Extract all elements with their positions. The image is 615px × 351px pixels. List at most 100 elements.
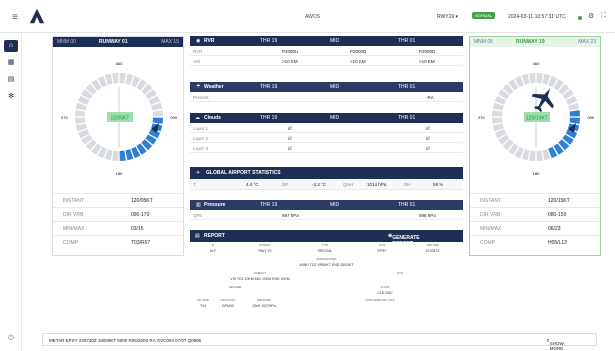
report-label: SUPPLEMENTARY INFO [365, 299, 395, 302]
fullscreen-icon[interactable]: ⛶ [601, 12, 606, 20]
runway-19-stats: INSTANT 120/15KT DIR VRB 080-150 MIN/MAX 06… [470, 193, 600, 249]
report-value[interactable]: 071087Z [410, 249, 455, 253]
stat-label: COMP [63, 240, 78, 246]
cell: /// [288, 125, 292, 131]
col-header: THR 01 [398, 84, 416, 90]
app-logo [29, 8, 45, 24]
stat-value: 1014 hPa [367, 182, 387, 187]
rose-segment [492, 117, 503, 124]
report-label: OBS TIME [426, 244, 439, 247]
col-header: MID [330, 84, 340, 90]
cell: -RA [426, 94, 434, 100]
rose-segment [119, 150, 126, 161]
cloud-icon: ☁ [195, 115, 200, 121]
home-icon[interactable]: ⌂ [4, 40, 18, 52]
cell: >10 KM [350, 58, 366, 64]
report-value[interactable]: ALF [198, 249, 228, 253]
settings-icon[interactable]: ⚙ [588, 12, 594, 20]
runway-max: MAX 23 [578, 39, 596, 45]
menu-icon[interactable]: ≡ [12, 12, 18, 23]
cell: /// [426, 145, 430, 151]
report-value[interactable]: CLD NSC [355, 291, 415, 295]
runway-min: MNM 00 [57, 39, 76, 45]
stat-value: T03/R07 [131, 240, 151, 246]
report-section: ▤ REPORT ⊕ GENERATE REPORT [190, 230, 463, 247]
row-label: RVR [193, 48, 203, 54]
runway-select-value: RWY19 [437, 14, 455, 20]
stat-label: MIN/MAX [63, 226, 85, 232]
compass-s: 180 [533, 171, 540, 176]
report-label: ID [211, 244, 215, 247]
global-stats-section: ✈ GLOBAL AIRPORT STATISTICS T 4.4 °C DP -3… [190, 167, 463, 190]
report-value[interactable]: WIND TD2 VRB4KT END 050/3KT [190, 263, 463, 267]
runway-19-header: MNM 05 RUNWAY 19 MAX 23 [470, 37, 600, 47]
report-label: AIR TEMP [196, 299, 210, 302]
datetime: 2024-03-11 10:57:31 UTC [508, 14, 566, 20]
stat-label: T [193, 182, 196, 187]
wind-label: 12/05KT [111, 116, 130, 122]
stat-label: QNH [343, 182, 353, 187]
report-value[interactable]: VIS TD2 10KM MID 10KM END 10KM [190, 277, 330, 281]
report-value[interactable]: QNH 1027HPa [244, 304, 284, 308]
stat-value: 080-150 [548, 212, 567, 218]
rose-segment [152, 117, 163, 124]
power-icon[interactable]: ⏻ [4, 333, 18, 345]
rose-segment [75, 117, 86, 124]
stat-value: 4.4 °C [246, 182, 259, 187]
runway-select[interactable]: RWY19 ▾ [437, 14, 458, 20]
report-value[interactable]: SPECIAL [305, 249, 345, 253]
col-header: THR 19 [260, 38, 278, 44]
report-value[interactable]: EPSY [362, 249, 402, 253]
report-value[interactable]: DPM03 [216, 304, 240, 308]
rose-segment [529, 73, 536, 84]
stat-value: 120/05KT [131, 198, 153, 204]
rose-segment [75, 110, 86, 117]
stat-label: DIR VRB [480, 212, 501, 218]
cell: >10 KM [419, 58, 435, 64]
row-label: Layer 1 [193, 125, 209, 131]
stat-value: -3.3 °C [312, 182, 327, 187]
row-label: VIS [193, 58, 201, 64]
gear-icon[interactable]: ✻ [4, 91, 18, 103]
report-label: CLOUD [380, 286, 390, 289]
show-more-button[interactable]: ⇕ SHOW MORE [546, 338, 564, 351]
stat-value: 58 % [433, 182, 444, 187]
plane-icon: ✈ [196, 170, 201, 176]
col-header: THR 19 [260, 202, 278, 208]
rose-segment [119, 73, 126, 84]
rose-segment [536, 73, 543, 84]
rose-segment [152, 110, 163, 117]
runway-01-stats: INSTANT 120/05KT DIR VRB 090-170 MIN/MAX 03… [53, 193, 183, 249]
runway-name: RUNWAY 19 [516, 39, 545, 45]
rose-segment [536, 150, 543, 161]
row-label: QFE [193, 212, 203, 218]
compass-s: 180 [116, 171, 123, 176]
report-label: WEATHER [228, 286, 242, 289]
runway-01-panel: MNM 00 RUNWAY 01 MAX 15 12/05KT 360 090 … [52, 36, 184, 256]
row-label: Layer 2 [193, 135, 209, 141]
rose-segment [569, 110, 580, 117]
col-header: THR 01 [398, 38, 416, 44]
dashboard-icon[interactable]: ▦ [4, 57, 18, 69]
row-label: Present [193, 94, 209, 100]
compass-n: 360 [116, 61, 123, 66]
generate-report-button[interactable]: ⊕ GENERATE REPORT [388, 233, 420, 247]
col-header: THR 19 [260, 84, 278, 90]
stat-label: INSTANT [63, 198, 85, 204]
rain-icon: ☂ [196, 84, 201, 90]
cell: /// [288, 135, 292, 141]
section-title: Pressure [204, 202, 226, 208]
compass-w: 270 [478, 115, 485, 120]
cell: /// [288, 145, 292, 151]
report-value[interactable]: RWY 19 [245, 249, 285, 253]
document-icon[interactable]: ▤ [4, 74, 18, 86]
pressure-icon: ▥ [196, 202, 201, 208]
report-label: RUNWAY [259, 244, 271, 247]
row-label: Layer 3 [193, 145, 209, 151]
report-value[interactable]: T04 [192, 304, 214, 308]
col-header: MID [330, 202, 340, 208]
cell: >10 KM [282, 58, 298, 64]
section-title: Clouds [204, 115, 221, 121]
compass-e: 090 [587, 115, 594, 120]
eye-icon: ◉ [196, 38, 201, 44]
